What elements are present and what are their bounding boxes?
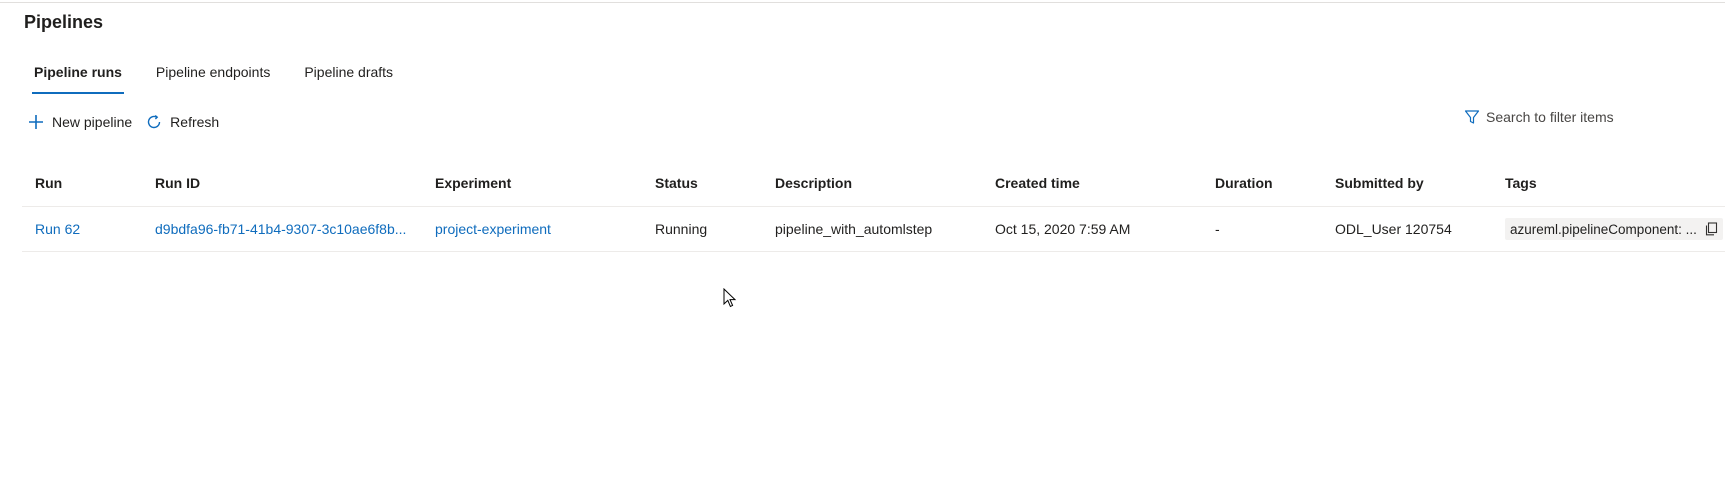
column-header-run-id[interactable]: Run ID <box>155 163 435 206</box>
tags-cell: azureml.pipelineComponent: ... <box>1505 207 1725 251</box>
top-divider <box>0 2 1725 3</box>
new-pipeline-button[interactable]: New pipeline <box>28 114 132 130</box>
column-header-run[interactable]: Run <box>35 163 145 206</box>
filter-icon <box>1464 110 1480 124</box>
column-header-description[interactable]: Description <box>775 163 995 206</box>
column-header-experiment[interactable]: Experiment <box>435 163 650 206</box>
refresh-label: Refresh <box>170 114 220 130</box>
search-placeholder: Search to filter items <box>1486 109 1614 125</box>
status-cell: Running <box>655 221 708 237</box>
submitted-by-cell: ODL_User 120754 <box>1335 221 1452 237</box>
column-header-submitted-by[interactable]: Submitted by <box>1335 163 1505 206</box>
run-id-link[interactable]: d9bdfa96-fb71-41b4-9307-3c10ae6f8b... <box>155 221 406 237</box>
search-filter[interactable]: Search to filter items <box>1464 109 1614 125</box>
table-header-row: Run Run ID Experiment Status Description… <box>22 163 1725 207</box>
description-cell: pipeline_with_automlstep <box>775 221 933 237</box>
plus-icon <box>29 115 43 129</box>
duration-cell: - <box>1215 221 1220 237</box>
tab-pipeline-runs[interactable]: Pipeline runs <box>24 62 132 94</box>
mouse-cursor-icon <box>723 288 737 308</box>
refresh-button[interactable]: Refresh <box>146 114 219 130</box>
run-link[interactable]: Run 62 <box>35 221 80 237</box>
column-header-status[interactable]: Status <box>655 163 775 206</box>
page-title: Pipelines <box>24 12 104 32</box>
tag-pill[interactable]: azureml.pipelineComponent: ... <box>1505 218 1723 240</box>
column-header-duration[interactable]: Duration <box>1215 163 1335 206</box>
tab-pipeline-drafts[interactable]: Pipeline drafts <box>294 62 403 94</box>
pipeline-runs-table: Run Run ID Experiment Status Description… <box>22 163 1725 252</box>
tab-bar: Pipeline runs Pipeline endpoints Pipelin… <box>24 62 417 96</box>
column-header-created-time[interactable]: Created time <box>995 163 1215 206</box>
table-row[interactable]: Run 62 d9bdfa96-fb71-41b4-9307-3c10ae6f8… <box>22 207 1725 252</box>
created-time-cell: Oct 15, 2020 7:59 AM <box>995 221 1131 237</box>
experiment-link[interactable]: project-experiment <box>435 221 551 237</box>
new-pipeline-label: New pipeline <box>52 114 133 130</box>
toolbar: New pipeline Refresh <box>28 114 233 130</box>
tab-pipeline-endpoints[interactable]: Pipeline endpoints <box>146 62 280 94</box>
copy-icon[interactable] <box>1705 222 1718 236</box>
refresh-icon <box>147 115 161 129</box>
tag-label: azureml.pipelineComponent: ... <box>1510 221 1697 237</box>
column-header-tags[interactable]: Tags <box>1505 163 1725 206</box>
